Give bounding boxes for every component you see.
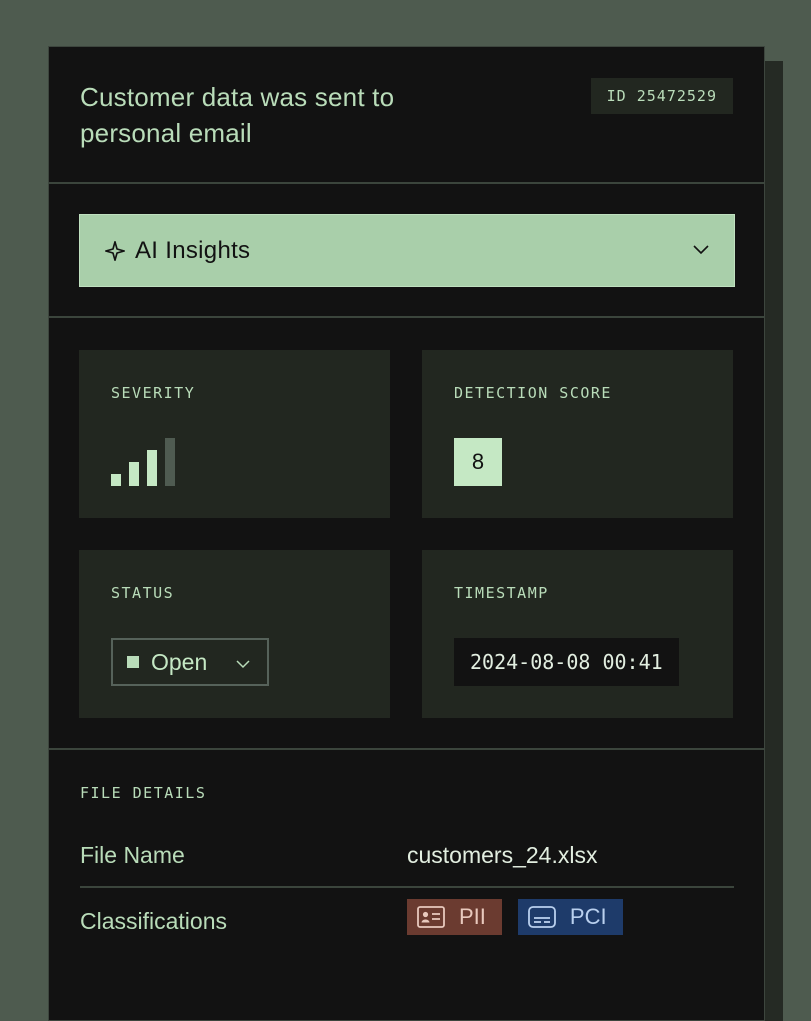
file-name-row: File Name customers_24.xlsx [80,840,734,888]
metrics-grid: SEVERITY DETECTION SCORE 8 STATUS Open T… [49,318,764,750]
classification-chips: PII PCI [407,899,623,935]
timestamp-value: 2024-08-08 00:41 [454,638,679,686]
sparkle-icon [105,240,125,261]
status-label: STATUS [111,584,175,602]
status-indicator [127,656,139,668]
status-tile: STATUS Open [79,550,390,718]
status-value: Open [151,648,208,675]
classifications-row: Classifications PII PCI [80,899,734,954]
severity-bar [129,462,139,486]
incident-card: Customer data was sent to personal email… [48,46,765,1021]
classifications-label: Classifications [80,908,227,934]
timestamp-tile: TIMESTAMP 2024-08-08 00:41 [422,550,733,718]
ai-insights-toggle[interactable]: AI Insights [79,214,735,287]
detection-score-tile: DETECTION SCORE 8 [422,350,733,518]
chevron-down-icon [693,245,709,255]
classification-chip-label: PII [459,904,486,929]
classification-chip-pii: PII [407,899,502,935]
incident-id-badge: ID 25472529 [590,78,733,114]
file-name-label: File Name [80,842,185,868]
status-dropdown[interactable]: Open [111,638,269,686]
severity-bars-icon [111,438,175,486]
incident-header: Customer data was sent to personal email… [49,47,764,184]
severity-tile: SEVERITY [79,350,390,518]
severity-bar [111,474,121,486]
chevron-down-icon [236,660,250,669]
severity-bar [147,450,157,486]
id-card-icon [417,906,445,928]
severity-bar [165,438,175,486]
file-details-heading: FILE DETAILS [80,784,207,802]
file-name-value: customers_24.xlsx [407,842,598,868]
detection-score-value: 8 [454,438,502,486]
ai-insights-label: AI Insights [135,236,251,264]
credit-card-icon [528,906,556,928]
severity-label: SEVERITY [111,384,196,402]
insights-section: AI Insights [49,184,764,318]
detection-score-label: DETECTION SCORE [454,384,612,402]
classification-chip-pci: PCI [517,899,623,935]
classification-chip-label: PCI [569,904,607,929]
file-details-section: FILE DETAILS File Name customers_24.xlsx… [49,750,764,1020]
incident-title: Customer data was sent to personal email [80,82,395,148]
timestamp-label: TIMESTAMP [454,584,549,602]
